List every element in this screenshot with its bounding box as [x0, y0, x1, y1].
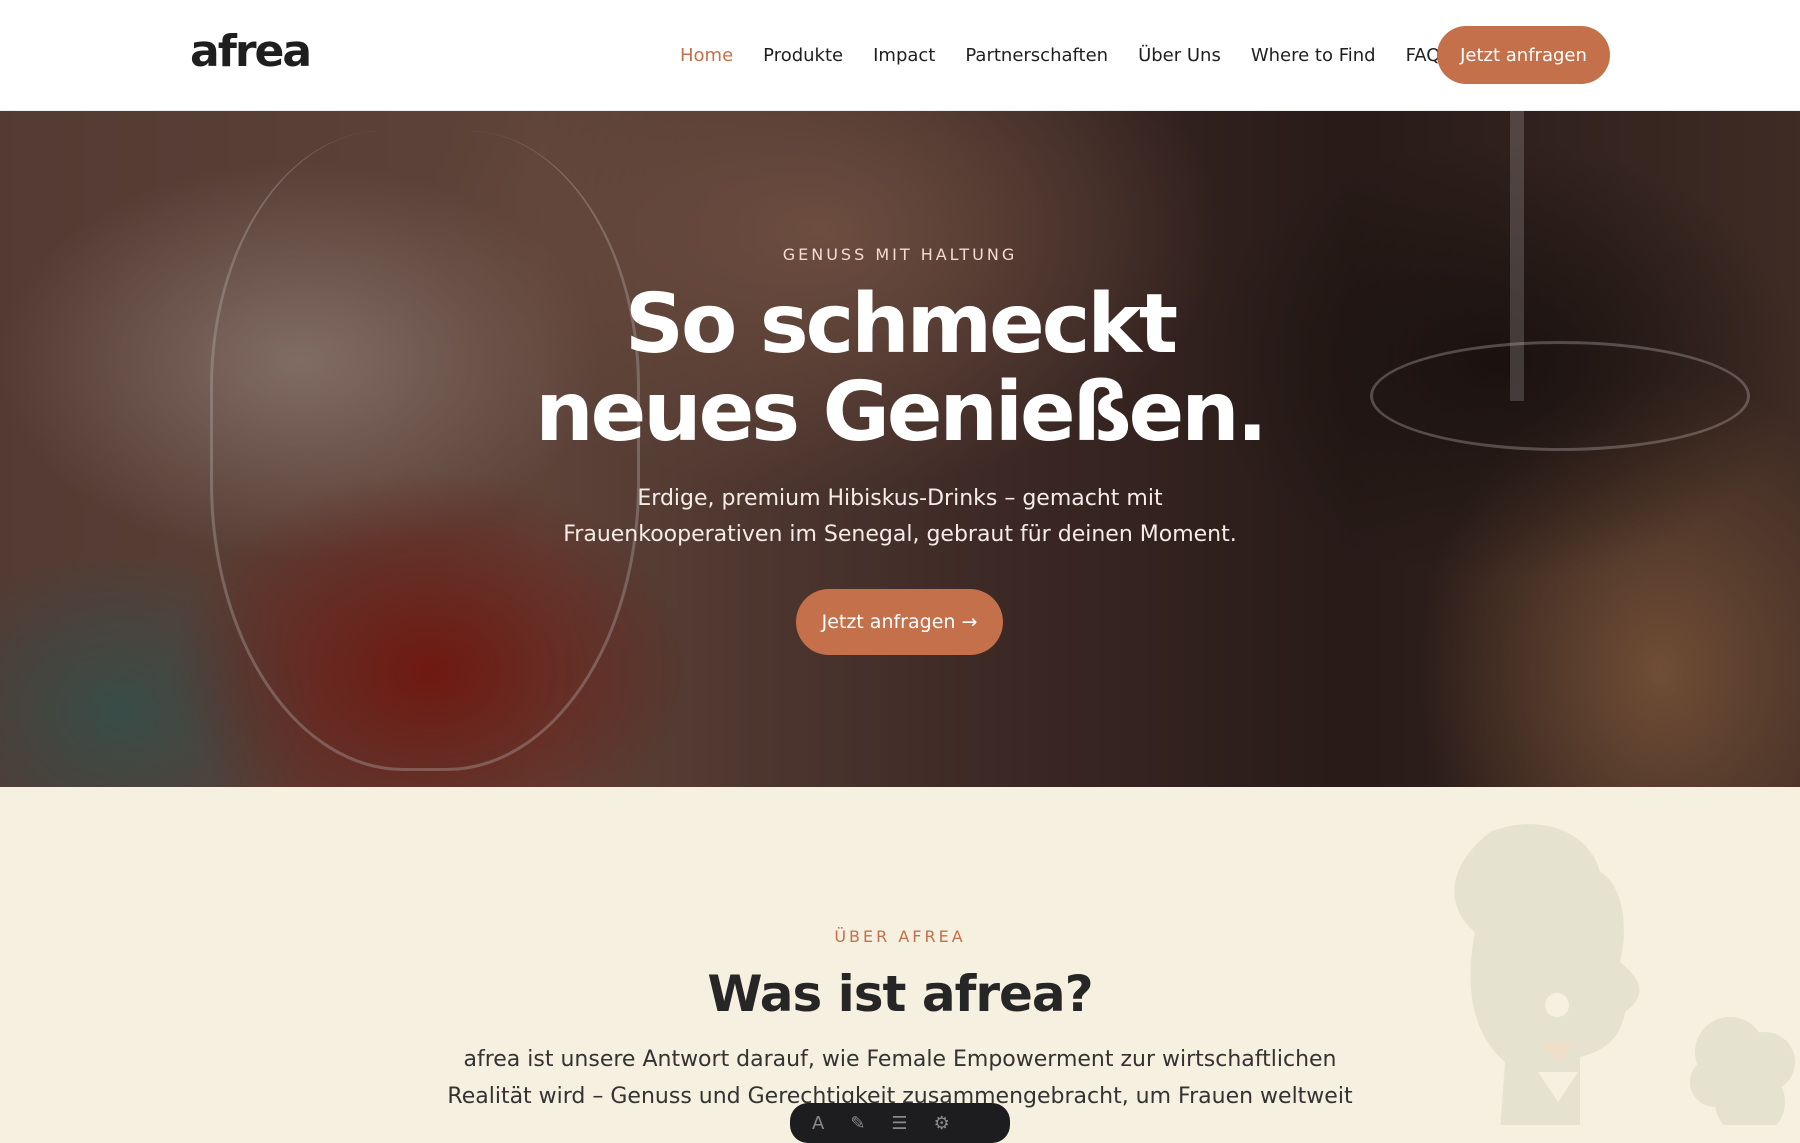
nav-link-home[interactable]: Home [680, 45, 733, 66]
hero-title-line1: So schmeckt [624, 277, 1178, 372]
nav-link-faq[interactable]: FAQ [1406, 45, 1441, 66]
nav-link-produkte[interactable]: Produkte [763, 45, 843, 66]
hero-section: GENUSS MIT HALTUNG So schmeckt neues Gen… [0, 111, 1800, 787]
site-header: afrea Home Produkte Impact Partnerschaft… [0, 0, 1800, 111]
hero-eyebrow: GENUSS MIT HALTUNG [782, 245, 1018, 264]
settings-gear-icon[interactable]: ⚙ [934, 1113, 950, 1134]
hero-title: So schmeckt neues Genießen. [0, 281, 1800, 457]
about-eyebrow: ÜBER AFREA [834, 927, 966, 946]
hero-title-line2: neues Genießen. [535, 365, 1267, 460]
hero-cta-button[interactable]: Jetzt anfragen → [796, 589, 1003, 655]
nav-link-impact[interactable]: Impact [873, 45, 935, 66]
text-tool-icon[interactable]: A [812, 1113, 824, 1134]
pointer-tool-icon[interactable]: ✎ [850, 1113, 865, 1134]
nav-link-partnerschaften[interactable]: Partnerschaften [965, 45, 1108, 66]
floating-toolbar[interactable]: A ✎ ☰ ⚙ [790, 1103, 1010, 1143]
about-section: ÜBER AFREA Was ist afrea? afrea ist unse… [0, 787, 1800, 1125]
main-nav: Home Produkte Impact Partnerschaften Übe… [680, 0, 1470, 111]
nav-link-where-to-find[interactable]: Where to Find [1251, 45, 1376, 66]
nav-link-ueber-uns[interactable]: Über Uns [1138, 45, 1221, 66]
curly-hair-silhouette-illustration [1690, 1017, 1795, 1125]
hero-subtitle: Erdige, premium Hibiskus-Drinks – gemach… [563, 486, 1237, 547]
about-title: Was ist afrea? [707, 965, 1093, 1023]
afrea-logo[interactable]: afrea [190, 26, 312, 77]
menu-tool-icon[interactable]: ☰ [891, 1113, 907, 1134]
hero-content: GENUSS MIT HALTUNG So schmeckt neues Gen… [0, 111, 1800, 787]
header-cta-button[interactable]: Jetzt anfragen [1437, 26, 1610, 84]
